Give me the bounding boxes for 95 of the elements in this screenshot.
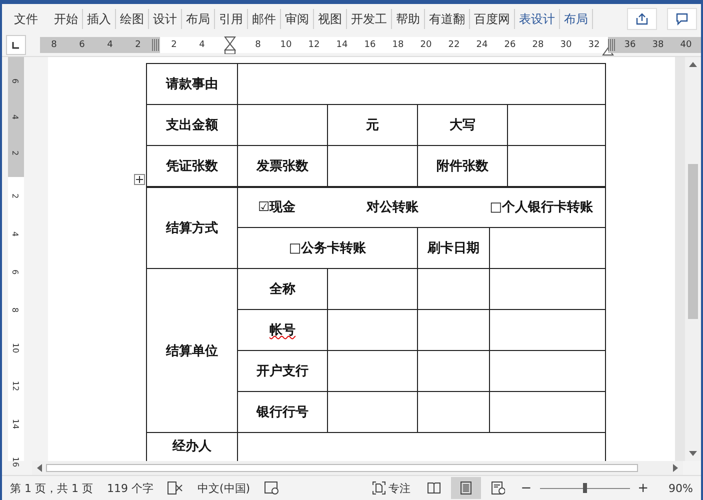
ribbon-tab[interactable]: 帮助 <box>392 9 425 29</box>
table-cell: 帐号 <box>238 310 328 350</box>
ruler-number: 16 <box>10 456 22 468</box>
ribbon-tab[interactable]: 开发工 <box>347 9 392 29</box>
ribbon-tab[interactable]: 开始 <box>50 9 83 29</box>
table-cell: 银行行号 <box>238 392 328 432</box>
column-marker[interactable] <box>608 39 616 51</box>
table-cell: 结算单位 <box>146 268 238 432</box>
ribbon-tab[interactable]: 布局 <box>182 9 215 29</box>
ruler-number: 8 <box>254 40 262 50</box>
share-button[interactable] <box>627 8 657 30</box>
ruler-number: 14 <box>335 40 349 50</box>
ruler-number: 4 <box>10 231 22 237</box>
ruler-number: 6 <box>10 269 22 275</box>
page-count[interactable]: 第 1 页，共 1 页 <box>10 480 93 496</box>
share-icon <box>635 12 649 26</box>
tab-selector[interactable] <box>6 35 26 55</box>
payment-option: □个人银行卡转账 <box>490 198 594 216</box>
table-cell: 开户支行 <box>238 350 328 392</box>
payment-option: 对公转账 <box>366 198 419 216</box>
zoom-slider[interactable] <box>540 482 630 494</box>
ruler-number: 36 <box>623 40 637 50</box>
payment-option: ☑现金 <box>258 198 296 216</box>
focus-icon <box>372 481 386 495</box>
ruler-number: 16 <box>363 40 377 50</box>
ribbon-tab[interactable]: 有道翻 <box>425 9 470 29</box>
ruler-number: 12 <box>10 380 22 392</box>
ruler-number: 4 <box>198 40 206 50</box>
ribbon-tab[interactable]: 绘图 <box>116 9 149 29</box>
ribbon-tab[interactable]: 视图 <box>314 9 347 29</box>
table-cell: 刷卡日期 <box>418 228 490 268</box>
table-cell: 全称 <box>238 268 328 310</box>
ruler-number: 30 <box>559 40 573 50</box>
read-mode-icon <box>426 482 441 494</box>
scroll-left-icon[interactable] <box>36 464 42 472</box>
ruler-number: 40 <box>679 40 693 50</box>
comment-button[interactable] <box>667 8 697 30</box>
table-cell: 元 <box>328 104 418 146</box>
ruler-number: 18 <box>391 40 405 50</box>
ruler-number: 4 <box>10 114 22 120</box>
ruler-number: 12 <box>307 40 321 50</box>
language-indicator[interactable]: 中文(中国) <box>197 480 250 496</box>
zoom-slider-thumb[interactable] <box>582 483 587 493</box>
ruler-number: 14 <box>10 418 22 430</box>
left-tab-icon <box>12 41 20 49</box>
ribbon-tab[interactable]: 百度网 <box>470 9 515 29</box>
ruler-number: 28 <box>531 40 545 50</box>
indent-marker-icon[interactable] <box>224 36 236 54</box>
print-layout-icon <box>460 481 472 495</box>
column-marker[interactable] <box>152 39 160 51</box>
comment-icon <box>675 12 689 26</box>
table-cell: 结算方式 <box>146 186 238 268</box>
ruler-number: 32 <box>587 40 601 50</box>
table-cell: 支出金额 <box>146 104 238 146</box>
word-count[interactable]: 119 个字 <box>106 480 154 496</box>
ribbon-tab[interactable]: 插入 <box>83 9 116 29</box>
table-cell: 凭证张数 <box>146 146 238 186</box>
scroll-down-icon[interactable] <box>689 451 697 457</box>
ruler-number: 8 <box>50 40 58 50</box>
web-layout-icon <box>490 481 505 495</box>
ruler-number: 26 <box>503 40 517 50</box>
ribbon-tab[interactable]: 审阅 <box>281 9 314 29</box>
zoom-percentage[interactable]: 90% <box>668 482 693 494</box>
ruler-number: 8 <box>10 307 22 313</box>
ruler-number: 24 <box>475 40 489 50</box>
ruler-number: 2 <box>10 193 22 199</box>
ruler-number: 10 <box>279 40 293 50</box>
ribbon-tab[interactable]: 邮件 <box>248 9 281 29</box>
table-cell: 请款事由 <box>146 64 238 104</box>
zoom-out-button[interactable]: − <box>520 480 532 496</box>
focus-button[interactable]: 专注 <box>372 480 411 496</box>
ruler-number: 10 <box>10 342 22 354</box>
table-cell: 大写 <box>418 104 508 146</box>
macro-record-icon[interactable] <box>264 481 280 495</box>
ribbon-tab[interactable]: 设计 <box>149 9 182 29</box>
ribbon-tab[interactable]: 引用 <box>215 9 248 29</box>
ribbon-tab[interactable]: 布局 <box>560 9 593 29</box>
table-cell: □公务卡转账 <box>238 228 418 268</box>
ruler-number: 22 <box>447 40 461 50</box>
view-button[interactable] <box>450 477 481 499</box>
ruler-number: 6 <box>78 40 86 50</box>
ruler-number: 38 <box>651 40 665 50</box>
scroll-right-icon[interactable] <box>673 464 679 472</box>
ribbon-tab[interactable]: 表设计 <box>515 9 560 29</box>
zoom-in-button[interactable]: + <box>638 480 649 496</box>
scroll-up-icon[interactable] <box>689 61 697 67</box>
ruler-number: 6 <box>10 78 22 84</box>
ribbon-tab[interactable]: 文件 <box>2 9 50 29</box>
ruler-number: 2 <box>10 150 22 156</box>
table-move-handle-icon[interactable] <box>134 174 145 185</box>
ruler-number: 2 <box>170 40 178 50</box>
proofing-icon[interactable] <box>167 481 184 495</box>
ruler-number: 4 <box>106 40 114 50</box>
ruler-number: 2 <box>134 40 142 50</box>
ruler-number: 20 <box>419 40 433 50</box>
